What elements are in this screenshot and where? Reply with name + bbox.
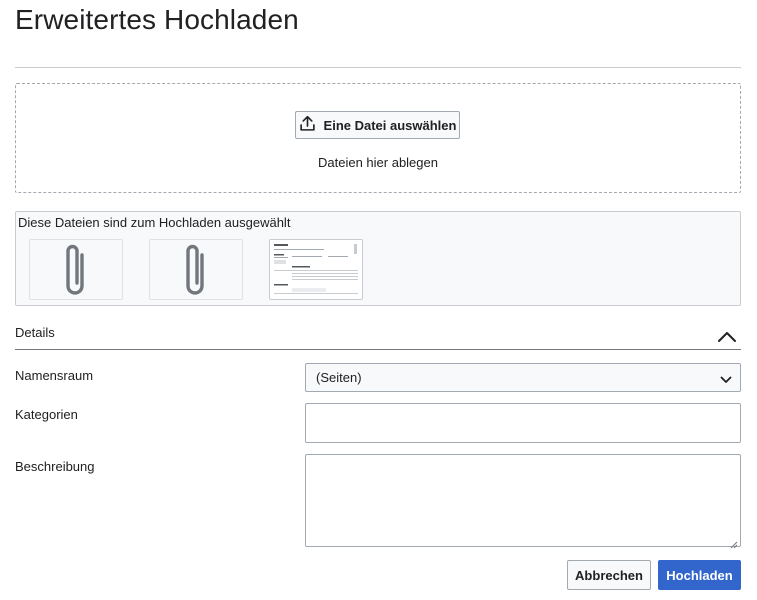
details-divider [15, 349, 741, 350]
title-divider [15, 67, 741, 68]
cancel-button[interactable]: Abbrechen [567, 560, 651, 590]
upload-button[interactable]: Hochladen [658, 560, 741, 590]
chevron-up-icon [716, 332, 738, 349]
selected-files-label: Diese Dateien sind zum Hochladen ausgewä… [18, 215, 291, 230]
paperclip-icon [62, 241, 90, 299]
details-heading: Details [15, 325, 55, 340]
page-title: Erweitertes Hochladen [15, 4, 299, 35]
namespace-label: Namensraum [15, 368, 94, 383]
file-thumbnail[interactable] [29, 239, 123, 300]
selected-files-panel: Diese Dateien sind zum Hochladen ausgewä… [15, 211, 741, 306]
categories-input[interactable] [305, 403, 741, 443]
drop-hint: Dateien hier ablegen [318, 155, 438, 170]
upload-icon [299, 115, 316, 135]
file-thumbnail[interactable] [149, 239, 243, 300]
select-file-button[interactable]: Eine Datei auswählen [295, 111, 460, 139]
description-textarea[interactable] [305, 454, 741, 549]
namespace-value: (Seiten) [316, 370, 362, 385]
select-file-label: Eine Datei auswählen [323, 117, 457, 133]
document-thumbnail[interactable] [269, 239, 363, 300]
paperclip-icon [182, 241, 210, 299]
chevron-down-icon [720, 373, 732, 383]
namespace-select[interactable]: (Seiten) [305, 363, 741, 392]
description-label: Beschreibung [15, 459, 95, 474]
details-collapse-toggle[interactable] [716, 329, 738, 345]
resize-handle[interactable] [730, 536, 738, 549]
document-preview-image [272, 242, 360, 297]
categories-label: Kategorien [15, 407, 78, 422]
